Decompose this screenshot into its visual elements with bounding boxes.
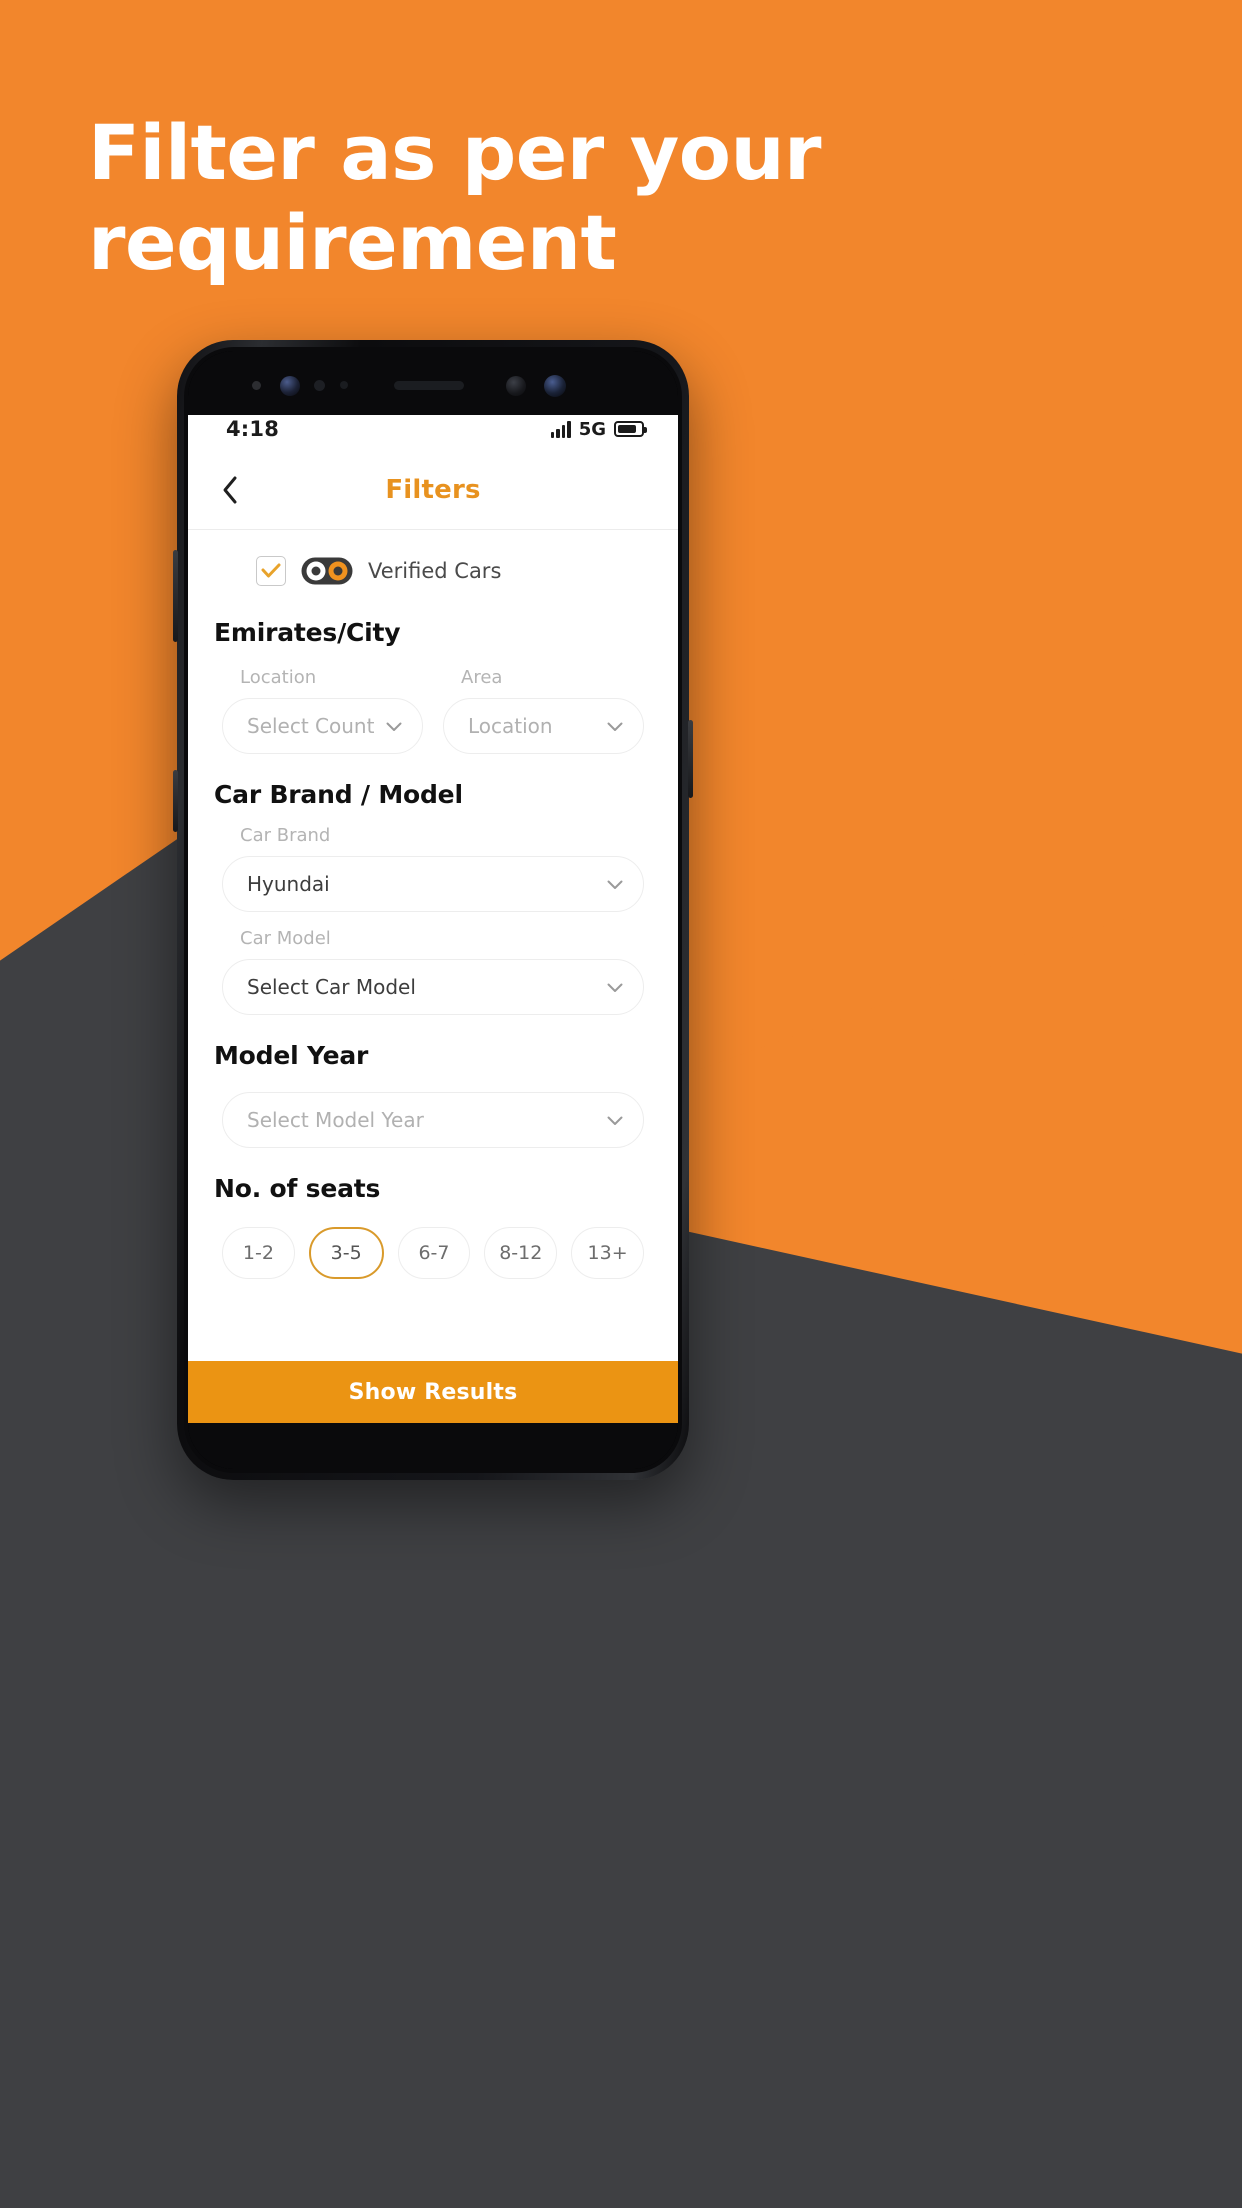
show-results-label: Show Results xyxy=(348,1379,518,1405)
chevron-down-icon xyxy=(386,717,402,736)
page-title: Filter as per your requirement xyxy=(88,108,988,287)
seat-option-6-7[interactable]: 6-7 xyxy=(397,1227,471,1279)
field-label-car-model: Car Model xyxy=(240,928,331,949)
chevron-down-icon xyxy=(607,978,623,997)
light-sensor-icon xyxy=(340,381,348,389)
select-country-dropdown[interactable]: Select Country xyxy=(222,698,423,754)
sensor-icon xyxy=(252,381,261,390)
phone-screen: 4:18 5G Filters Verified Cars Emirates/C… xyxy=(188,351,678,1469)
battery-icon xyxy=(614,421,647,437)
field-car-model: Car Model Select Car Model xyxy=(214,928,652,1015)
power-button[interactable] xyxy=(688,720,693,798)
select-car-brand-value: Hyundai xyxy=(247,872,330,896)
app-header: Filters xyxy=(188,451,678,530)
chevron-down-icon xyxy=(607,1111,623,1130)
seat-option-13-plus[interactable]: 13+ xyxy=(571,1227,644,1279)
assistant-button[interactable] xyxy=(173,770,178,832)
field-area: Area Location xyxy=(443,667,644,754)
section-heading-car-brand-model: Car Brand / Model xyxy=(214,780,463,809)
select-car-model-value: Select Car Model xyxy=(247,975,416,999)
app-title: Filters xyxy=(385,475,481,505)
seat-option-3-5[interactable]: 3-5 xyxy=(308,1227,384,1279)
secondary-front-camera-icon xyxy=(544,375,566,397)
field-model-year: Select Model Year xyxy=(214,1092,652,1148)
app-viewport: 4:18 5G Filters Verified Cars Emirates/C… xyxy=(188,407,678,1423)
status-indicators: 5G xyxy=(550,418,647,440)
proximity-sensor-icon xyxy=(314,380,325,391)
phone-chin xyxy=(188,1423,678,1469)
back-button[interactable] xyxy=(210,470,250,510)
headline-line-1: Filter as per your xyxy=(88,108,822,197)
headline-line-2: requirement xyxy=(88,197,617,287)
chevron-down-icon xyxy=(607,717,623,736)
iris-scanner-icon xyxy=(506,376,526,396)
verified-cars-row[interactable]: Verified Cars xyxy=(214,530,652,592)
field-label-location: Location xyxy=(240,667,317,688)
verified-cars-label: Verified Cars xyxy=(368,559,502,583)
select-area-value: Location xyxy=(468,714,553,738)
seat-option-1-2[interactable]: 1-2 xyxy=(222,1227,295,1279)
chevron-down-icon xyxy=(607,875,623,894)
select-car-model-dropdown[interactable]: Select Car Model xyxy=(222,959,644,1015)
filters-scroll-area[interactable]: Verified Cars Emirates/City Location Sel… xyxy=(188,530,678,1361)
select-country-value: Select Country xyxy=(247,714,376,738)
section-heading-emirates-city: Emirates/City xyxy=(214,618,401,647)
select-car-brand-dropdown[interactable]: Hyundai xyxy=(222,856,644,912)
field-location: Location Select Country xyxy=(222,667,423,754)
promo-poster: Filter as per your requirement 4:18 5G F… xyxy=(0,0,1242,2208)
verified-cars-checkbox[interactable] xyxy=(256,556,286,586)
section-heading-model-year: Model Year xyxy=(214,1041,369,1070)
select-model-year-value: Select Model Year xyxy=(247,1108,424,1132)
front-camera-icon xyxy=(280,376,300,396)
seat-option-8-12[interactable]: 8-12 xyxy=(484,1227,558,1279)
select-model-year-dropdown[interactable]: Select Model Year xyxy=(222,1092,644,1148)
phone-mockup: 4:18 5G Filters Verified Cars Emirates/C… xyxy=(173,340,693,1480)
select-area-dropdown[interactable]: Location xyxy=(443,698,644,754)
signal-bars-icon xyxy=(550,420,571,438)
status-time: 4:18 xyxy=(226,417,280,441)
emirates-city-fields: Location Select Country xyxy=(214,667,652,754)
battery-fill xyxy=(618,425,637,433)
camera-notch-strip xyxy=(188,351,678,415)
show-results-button[interactable]: Show Results xyxy=(188,1361,678,1423)
earpiece-speaker xyxy=(394,381,464,390)
field-label-area: Area xyxy=(461,667,503,688)
field-car-brand: Car Brand Hyundai xyxy=(214,825,652,912)
seat-options-group: 1-2 3-5 6-7 8-12 13+ xyxy=(214,1227,652,1279)
field-label-car-brand: Car Brand xyxy=(240,825,331,846)
section-heading-no-of-seats: No. of seats xyxy=(214,1174,381,1203)
checkmark-icon xyxy=(261,563,281,578)
chevron-left-icon xyxy=(223,476,237,504)
verified-cars-logo-icon xyxy=(300,556,354,586)
volume-button[interactable] xyxy=(173,550,178,642)
network-type-label: 5G xyxy=(578,418,606,440)
